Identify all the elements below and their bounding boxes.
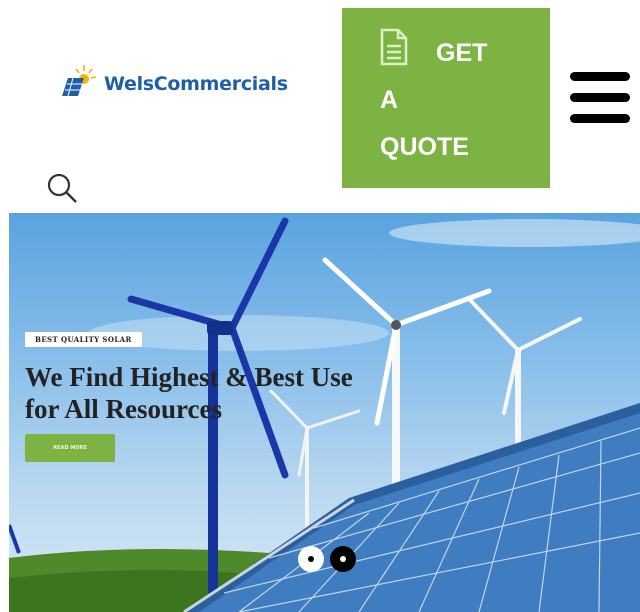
solar-panel-sun-icon xyxy=(62,65,97,97)
document-icon xyxy=(380,28,408,66)
hero-slider: BEST QUALITY SOLAR We Find Highest & Bes… xyxy=(9,213,640,612)
quote-label-line2: A xyxy=(380,86,399,114)
hero-headline: We Find Highest & Best Use for All Resou… xyxy=(25,362,353,424)
read-more-button[interactable]: READ MORE xyxy=(25,434,115,462)
get-a-quote-button[interactable]: GET A QUOTE xyxy=(342,8,550,188)
slider-dot-2[interactable] xyxy=(330,546,356,572)
site-logo[interactable]: WelsCommercials xyxy=(58,62,288,98)
logo-text: WelsCommercials xyxy=(104,73,288,95)
hamburger-menu-icon[interactable] xyxy=(570,72,630,124)
hero-badge: BEST QUALITY SOLAR xyxy=(25,332,142,347)
search-icon[interactable] xyxy=(44,170,80,206)
slider-pagination xyxy=(298,546,356,572)
quote-label-line3: QUOTE xyxy=(380,133,469,161)
slider-dot-1[interactable] xyxy=(298,546,324,572)
